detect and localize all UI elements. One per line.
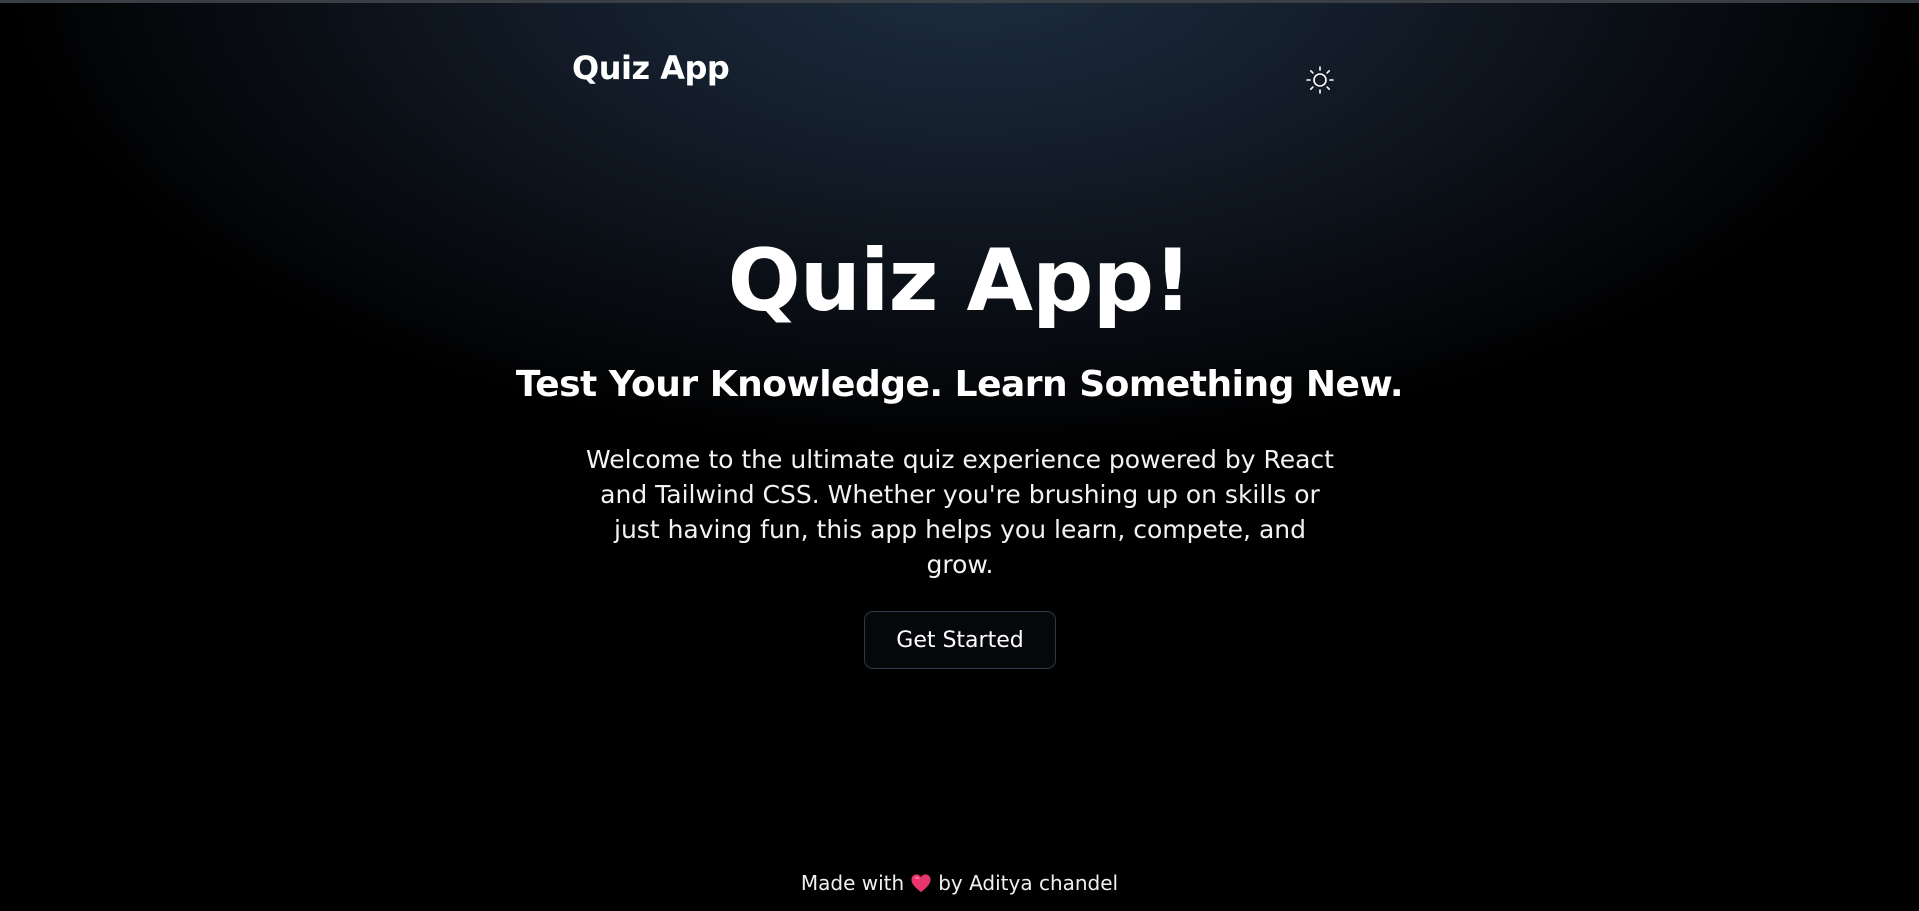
navbar: Quiz App — [0, 0, 1919, 150]
heart-icon — [911, 874, 931, 893]
hero-description: Welcome to the ultimate quiz experience … — [586, 445, 1334, 579]
theme-toggle-button[interactable] — [1304, 64, 1336, 96]
brand-logo[interactable]: Quiz App — [572, 52, 730, 84]
hero-subtitle: Test Your Knowledge. Learn Something New… — [515, 364, 1404, 405]
sun-icon — [1306, 66, 1334, 94]
footer: Made with by Aditya chandel — [0, 869, 1919, 897]
hero-title: Quiz App! — [727, 231, 1193, 331]
get-started-button[interactable]: Get Started — [864, 611, 1056, 669]
footer-prefix: Made with — [800, 871, 905, 895]
footer-author: by Aditya chandel — [938, 871, 1119, 895]
